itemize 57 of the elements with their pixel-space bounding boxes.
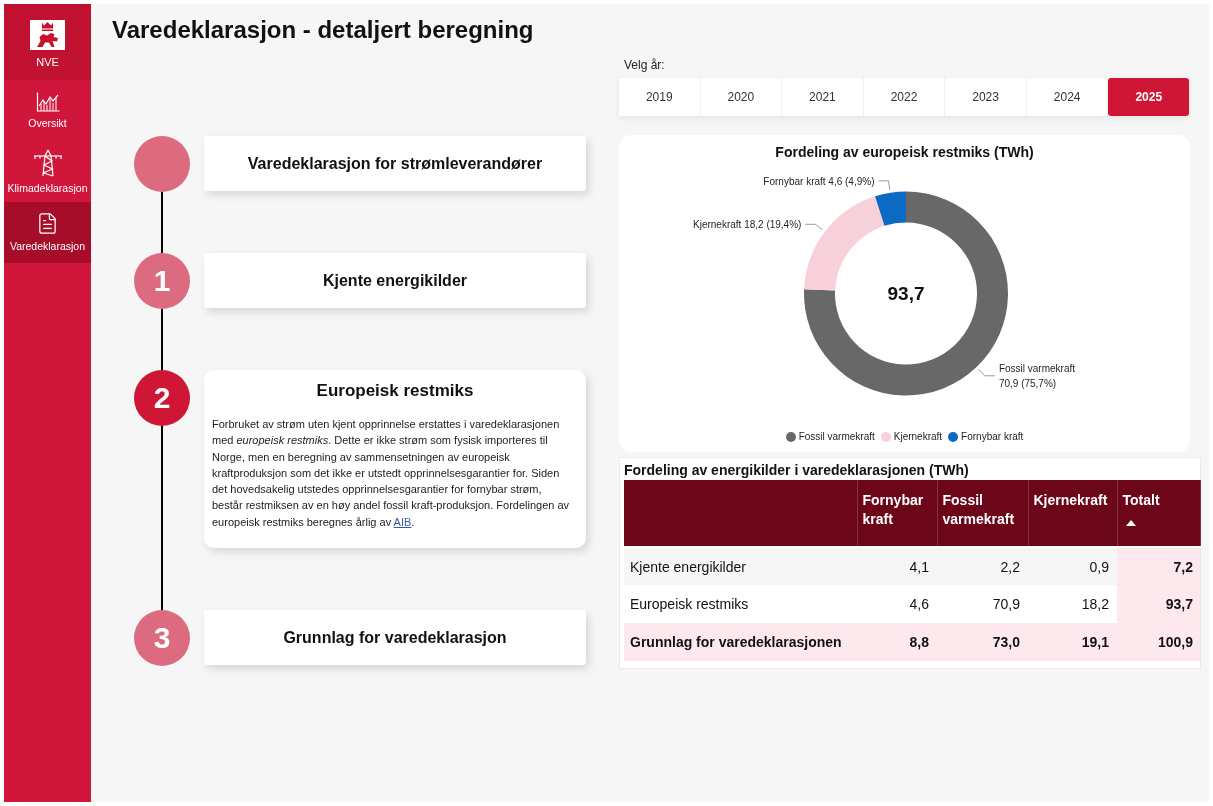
step-marker: 1 [134, 253, 190, 309]
column-header[interactable]: Fornybar kraft [857, 480, 937, 547]
step-title: Grunnlag for varedeklarasjon [283, 627, 507, 648]
year-tab[interactable]: 2024 [1026, 78, 1109, 116]
year-tab[interactable]: 2020 [700, 78, 783, 116]
sort-icon[interactable] [1125, 520, 1136, 526]
year-tab[interactable]: 2022 [863, 78, 946, 116]
leader-line [804, 223, 824, 231]
table-cell: 4,6 [857, 585, 937, 623]
table-cell: 19,1 [1028, 623, 1117, 661]
year-tab[interactable]: 2021 [782, 78, 864, 116]
legend-label: Kjernekraft [893, 430, 943, 444]
year-tab[interactable]: 2023 [945, 78, 1027, 116]
leader-line [878, 180, 891, 191]
column-header[interactable]: Totalt [1117, 480, 1200, 547]
pylon-icon [32, 148, 63, 177]
legend-label: Fossil varmekraft [798, 430, 875, 444]
leader-line [978, 368, 996, 377]
step-description: Forbruket av strøm uten kjent opprinnelse erstattes i varedeklarasjonen med europeisk restmiks. Dette er ikke strøm som fysisk importeres til Norge, men en beregning av sammensetningen av europeisk kraftproduksjon som det ikke er utstedt opprinnelsesgarantier for. Siden det hovedsakelig utstedes opprinnelsesgarantier for fornybar strøm, består restmiksen av en høy andel fossil kraft-produksjon. Fordelingen av europeisk restmiks beregnes årlig av AIB. [212, 417, 571, 530]
year-tab[interactable]: 2019 [619, 78, 701, 116]
table-cell: 2,2 [937, 547, 1028, 585]
step-marker: 3 [134, 610, 190, 667]
data-label: Fossil varmekraft 70,9 (75,7%) [998, 361, 1076, 391]
row-label: Grunnlag for varedeklarasjonen [624, 623, 857, 661]
table-cell: 7,2 [1117, 547, 1200, 585]
data-label: Kjernekraft 18,2 (19,4%) [693, 217, 802, 232]
year-tab[interactable]: 2025 [1108, 78, 1190, 116]
document-icon [36, 212, 59, 235]
table-cell: 0,9 [1028, 547, 1117, 585]
chart-title: Fordeling av europeisk restmiks (TWh) [774, 143, 1035, 162]
nav-item[interactable]: Varedeklarasjon [4, 202, 91, 263]
table-cell: 8,8 [857, 623, 937, 661]
table-cell: 4,1 [857, 547, 937, 585]
table-cell: 100,9 [1117, 623, 1200, 661]
nav-item[interactable]: Oversikt [4, 80, 91, 141]
crest-icon [30, 20, 65, 50]
step-marker: 2 [134, 370, 190, 426]
row-label: Kjente energikilder [624, 547, 857, 585]
legend-label: Fornybar kraft [961, 430, 1024, 444]
row-label: Europeisk restmiks [624, 585, 857, 623]
nav-item[interactable]: Klimadeklarasjon [4, 141, 91, 202]
step-title: Europeisk restmiks [315, 380, 475, 402]
column-header[interactable]: Fossil varmekraft [937, 480, 1028, 547]
step-title: Kjente energikilder [322, 270, 467, 291]
step-title: Varedeklarasjon for strømleverandører [247, 153, 543, 174]
table-cell: 73,0 [937, 623, 1028, 661]
donut-total: 93,7 [887, 281, 925, 306]
column-header[interactable]: Kjernekraft [1028, 480, 1117, 547]
table-cell: 18,2 [1028, 585, 1117, 623]
year-picker-label: Velg år: [623, 57, 666, 73]
table-cell: 93,7 [1117, 585, 1200, 623]
chart-icon [35, 91, 60, 112]
page-title: Varedeklarasjon - detaljert beregning [112, 15, 535, 45]
table-cell: 70,9 [937, 585, 1028, 623]
logo-text: NVE [36, 55, 59, 69]
data-label: Fornybar kraft 4,6 (4,9%) [763, 174, 875, 189]
table-title: Fordeling av energikilder i varedeklarasjonen (TWh) [624, 461, 970, 480]
